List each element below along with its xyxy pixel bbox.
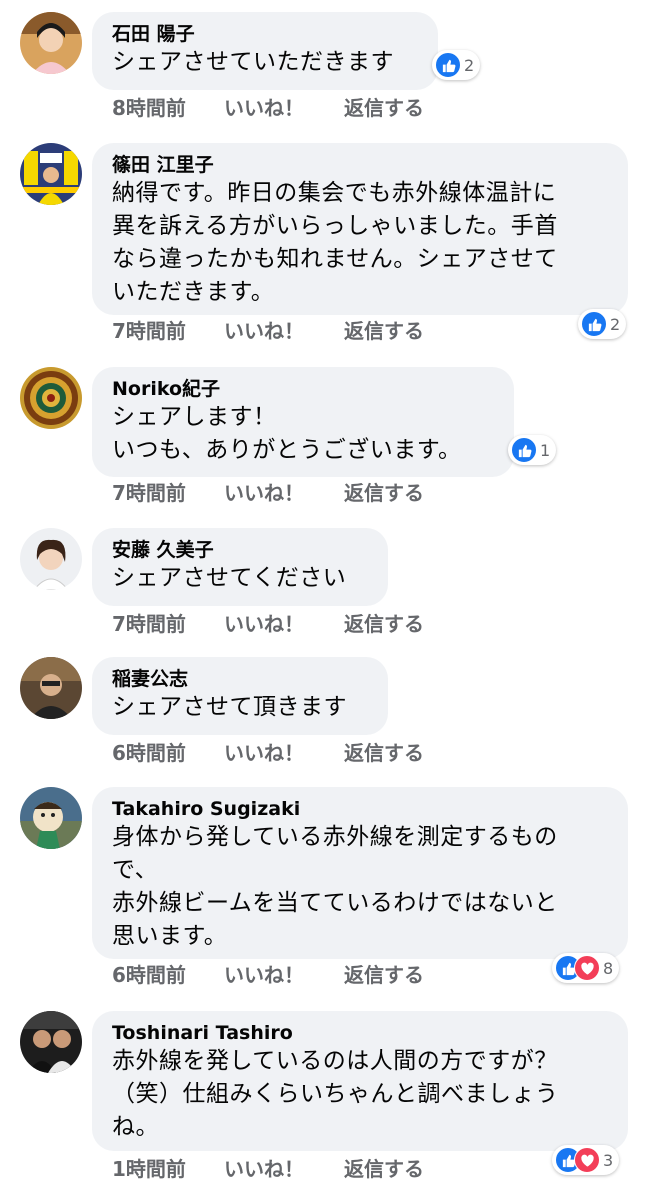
like-link[interactable]: いいね！ <box>224 963 344 987</box>
comment-author[interactable]: Noriko紀子 <box>112 377 496 401</box>
comment-author[interactable]: 石田 陽子 <box>112 22 420 46</box>
reaction-count: 1 <box>540 440 551 460</box>
reaction-count: 8 <box>603 958 614 978</box>
comment-text: 身体から発している赤外線を測定するもの で、 赤外線ビームを当てているわけではな… <box>112 824 558 949</box>
comment-bubble: 篠田 江里子 納得です。昨日の集会でも赤外線体温計に 異を訴える方がいらっしゃい… <box>92 143 628 315</box>
comment-text: 赤外線を発しているのは人間の方ですが？ （笑）仕組みくらいちゃんと調べましょう … <box>112 1048 559 1140</box>
avatar[interactable] <box>20 143 82 205</box>
like-link[interactable]: いいね！ <box>224 1157 344 1181</box>
comment-text: シェアさせて頂きます <box>112 694 347 720</box>
reply-link[interactable]: 返信する <box>344 481 424 505</box>
reaction-summary[interactable]: 2 <box>578 309 627 339</box>
comment-actions: 7時間前 いいね！ 返信する <box>112 319 424 343</box>
reply-link[interactable]: 返信する <box>344 963 424 987</box>
comment-author[interactable]: Takahiro Sugizaki <box>112 797 610 821</box>
comment-bubble: 石田 陽子 シェアさせていただきます <box>92 12 438 90</box>
like-link[interactable]: いいね！ <box>224 96 344 120</box>
comment-text: シェアさせていただきます <box>112 49 394 75</box>
like-reaction-icon <box>435 52 461 78</box>
reaction-count: 3 <box>603 1150 614 1170</box>
comment-author[interactable]: 篠田 江里子 <box>112 153 610 177</box>
comment-timestamp[interactable]: 6時間前 <box>112 741 224 765</box>
avatar[interactable] <box>20 367 82 429</box>
avatar[interactable] <box>20 787 82 849</box>
comment-timestamp[interactable]: 7時間前 <box>112 319 224 343</box>
reaction-count: 2 <box>610 314 621 334</box>
reply-link[interactable]: 返信する <box>344 96 424 120</box>
reply-link[interactable]: 返信する <box>344 319 424 343</box>
comment-actions: 6時間前 いいね！ 返信する <box>112 741 424 765</box>
comment-timestamp[interactable]: 8時間前 <box>112 96 224 120</box>
comment-author[interactable]: 安藤 久美子 <box>112 538 370 562</box>
like-link[interactable]: いいね！ <box>224 612 344 636</box>
reply-link[interactable]: 返信する <box>344 612 424 636</box>
comment-timestamp[interactable]: 1時間前 <box>112 1157 224 1181</box>
like-link[interactable]: いいね！ <box>224 481 344 505</box>
like-reaction-icon <box>511 437 537 463</box>
avatar[interactable] <box>20 657 82 719</box>
reaction-count: 2 <box>464 55 475 75</box>
love-reaction-icon <box>574 1147 600 1173</box>
like-link[interactable]: いいね！ <box>224 741 344 765</box>
comment-actions: 1時間前 いいね！ 返信する <box>112 1157 424 1181</box>
comment-timestamp[interactable]: 6時間前 <box>112 963 224 987</box>
comment-actions: 6時間前 いいね！ 返信する <box>112 963 424 987</box>
comment-bubble: 稲妻公志 シェアさせて頂きます <box>92 657 388 735</box>
comment-author[interactable]: Toshinari Tashiro <box>112 1021 610 1045</box>
reply-link[interactable]: 返信する <box>344 741 424 765</box>
comment-text: シェアします！ いつも、ありがとうございます。 <box>112 404 462 463</box>
comment-timestamp[interactable]: 7時間前 <box>112 612 224 636</box>
love-reaction-icon <box>574 955 600 981</box>
avatar[interactable] <box>20 1011 82 1073</box>
comment-text: シェアさせてください <box>112 565 347 591</box>
avatar[interactable] <box>20 528 82 590</box>
comment-actions: 7時間前 いいね！ 返信する <box>112 612 424 636</box>
comment-bubble: Noriko紀子 シェアします！ いつも、ありがとうございます。 <box>92 367 514 477</box>
avatar[interactable] <box>20 12 82 74</box>
comment-bubble: 安藤 久美子 シェアさせてください <box>92 528 388 606</box>
comment-actions: 7時間前 いいね！ 返信する <box>112 481 424 505</box>
reaction-summary[interactable]: 1 <box>508 435 557 465</box>
reaction-summary[interactable]: 8 <box>552 953 620 983</box>
reaction-summary[interactable]: 3 <box>552 1145 620 1175</box>
comment-timestamp[interactable]: 7時間前 <box>112 481 224 505</box>
comment-actions: 8時間前 いいね！ 返信する <box>112 96 424 120</box>
comment-bubble: Takahiro Sugizaki 身体から発している赤外線を測定するもの で、… <box>92 787 628 959</box>
comment-author[interactable]: 稲妻公志 <box>112 667 370 691</box>
reply-link[interactable]: 返信する <box>344 1157 424 1181</box>
reaction-summary[interactable]: 2 <box>432 50 481 80</box>
comment-text: 納得です。昨日の集会でも赤外線体温計に 異を訴える方がいらっしゃいました。手首 … <box>112 180 558 305</box>
comment-bubble: Toshinari Tashiro 赤外線を発しているのは人間の方ですが？ （笑… <box>92 1011 628 1151</box>
like-link[interactable]: いいね！ <box>224 319 344 343</box>
like-reaction-icon <box>581 311 607 337</box>
